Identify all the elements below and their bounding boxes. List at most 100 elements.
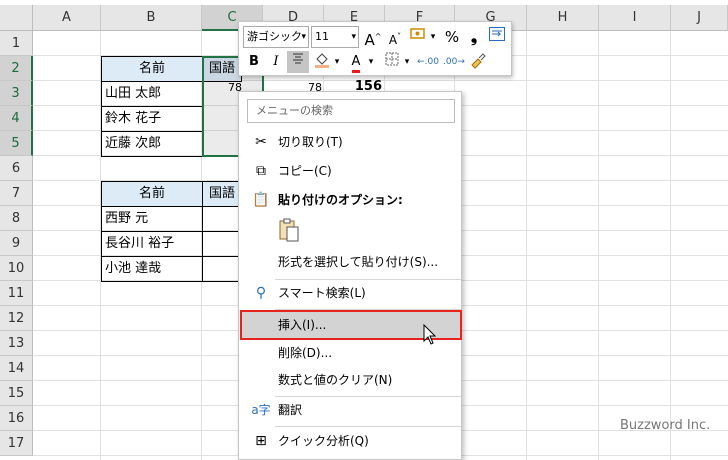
row-header-4[interactable]: 4	[0, 106, 33, 131]
decrease-decimal-button[interactable]: .00→	[443, 51, 465, 73]
grid-col-line	[670, 31, 671, 460]
menu-item-smart-lookup[interactable]: ⚲ スマート検索(L)	[240, 280, 462, 307]
comma-style-button[interactable]: ❟	[463, 26, 485, 48]
align-center-icon	[293, 53, 303, 64]
percent-style-button[interactable]: %	[441, 26, 463, 48]
table2-header-name[interactable]: 名前	[101, 181, 203, 207]
borders-button[interactable]	[381, 51, 403, 73]
row-header-2[interactable]: 2	[0, 56, 33, 81]
row-header-13[interactable]: 13	[0, 331, 33, 356]
row-header-15[interactable]: 15	[0, 381, 33, 406]
table2-cell-c8[interactable]	[202, 206, 242, 232]
fill-color-button[interactable]	[311, 51, 333, 73]
row-header-7[interactable]: 7	[0, 181, 33, 206]
bold-button[interactable]: B	[243, 51, 265, 73]
column-header-b[interactable]: B	[101, 5, 202, 31]
menu-item-clear-contents[interactable]: 数式と値のクリア(N)	[240, 367, 462, 394]
fill-color-icon	[315, 53, 329, 68]
format-painter-button[interactable]	[467, 51, 489, 73]
column-header-i[interactable]: I	[599, 5, 671, 31]
table1-header-name[interactable]: 名前	[101, 56, 203, 82]
menu-item-quick-analysis[interactable]: ⊞ クイック分析(Q)	[240, 428, 462, 455]
column-header-a[interactable]: A	[33, 5, 101, 31]
row-header-8[interactable]: 8	[0, 206, 33, 231]
row-header-5[interactable]: 5	[0, 131, 33, 156]
font-color-icon: A	[351, 54, 361, 73]
menu-separator	[275, 426, 461, 427]
menu-item-label: 切り取り(T)	[278, 135, 343, 149]
menu-item-paste-special[interactable]: 形式を選択して貼り付け(S)...	[240, 249, 462, 276]
menu-item-label: クイック分析(Q)	[278, 434, 369, 448]
menu-item-label: 形式を選択して貼り付け(S)...	[278, 255, 439, 269]
increase-decimal-button[interactable]: ←.00	[417, 51, 439, 73]
mini-toolbar: 游ゴシック ▾ 11 ▾ A^ A˅ ▾ % ❟ B I ▾ A ▾ ▾ ←.0…	[238, 21, 512, 76]
wrap-text-button[interactable]	[486, 26, 508, 48]
menu-item-label: スマート検索(L)	[278, 286, 366, 300]
grid-col-line	[598, 31, 599, 460]
menu-item-label: 貼り付けのオプション:	[278, 193, 403, 207]
context-menu: メニューの検索 ✂ 切り取り(T) ⧉ コピー(C) 📋 貼り付けのオプション:…	[238, 91, 462, 460]
menu-item-translate[interactable]: a字 翻訳	[240, 397, 462, 424]
paste-clipboard-icon	[279, 218, 299, 242]
accounting-format-button[interactable]	[407, 26, 429, 48]
table1-name-2[interactable]: 鈴木 花子	[101, 106, 203, 132]
chevron-down-icon: ▾	[301, 32, 306, 42]
row-header-12[interactable]: 12	[0, 306, 33, 331]
grow-font-button[interactable]: A^	[362, 26, 384, 49]
font-name-value: 游ゴシック	[247, 30, 302, 43]
menu-item-label: 翻訳	[278, 403, 303, 417]
row-header-14[interactable]: 14	[0, 356, 33, 381]
copy-icon: ⧉	[256, 163, 266, 179]
table2-cell-c10[interactable]	[202, 256, 242, 282]
table2-name-3[interactable]: 小池 達哉	[101, 256, 203, 282]
grow-font-icon: A	[364, 31, 375, 49]
row-header-3[interactable]: 3	[0, 81, 33, 106]
shrink-font-button[interactable]: A˅	[384, 26, 406, 48]
chevron-down-icon[interactable]: ▾	[401, 51, 413, 73]
borders-icon	[385, 52, 399, 66]
select-all-corner[interactable]	[0, 5, 33, 31]
italic-button[interactable]: I	[265, 51, 287, 73]
wrap-text-icon	[489, 27, 505, 41]
cell-c3[interactable]: 78	[206, 82, 242, 94]
quick-analysis-icon: ⊞	[255, 433, 267, 449]
menu-item-copy[interactable]: ⧉ コピー(C)	[240, 158, 462, 185]
row-header-9[interactable]: 9	[0, 231, 33, 256]
chevron-down-icon[interactable]: ▾	[331, 51, 343, 73]
menu-item-label: 挿入(I)...	[278, 318, 327, 332]
menu-paste-options-heading: 📋 貼り付けのオプション:	[240, 187, 462, 214]
paste-button[interactable]	[277, 217, 303, 245]
column-header-j[interactable]: J	[671, 5, 728, 31]
font-size-value: 11	[315, 30, 329, 43]
watermark: Buzzword Inc.	[620, 418, 711, 433]
mouse-pointer-icon	[423, 324, 437, 345]
menu-item-cut[interactable]: ✂ 切り取り(T)	[240, 129, 462, 156]
font-size-combo[interactable]: 11 ▾	[311, 26, 359, 48]
menu-search-input[interactable]: メニューの検索	[247, 99, 455, 123]
menu-item-label: コピー(C)	[278, 164, 332, 178]
shrink-font-icon: A	[388, 33, 398, 47]
table2-name-2[interactable]: 長谷川 裕子	[101, 231, 203, 257]
font-color-button[interactable]: A	[345, 51, 367, 73]
row-header-17[interactable]: 17	[0, 431, 33, 456]
table2-cell-c9[interactable]	[202, 231, 242, 257]
table1-name-1[interactable]: 山田 太郎	[101, 81, 203, 107]
chevron-down-icon: ▾	[351, 32, 356, 42]
table1-name-3[interactable]: 近藤 次郎	[101, 131, 203, 157]
row-header-16[interactable]: 16	[0, 406, 33, 431]
row-header-6[interactable]: 6	[0, 156, 33, 181]
row-header-1[interactable]: 1	[0, 31, 33, 56]
font-name-combo[interactable]: 游ゴシック ▾	[243, 26, 309, 48]
table2-header-col2[interactable]: 国語	[202, 181, 242, 207]
search-icon: ⚲	[255, 285, 267, 301]
chevron-down-icon[interactable]: ▾	[365, 51, 377, 73]
scissors-icon: ✂	[255, 134, 267, 150]
chevron-down-icon[interactable]: ▾	[427, 26, 439, 48]
row-header-10[interactable]: 10	[0, 256, 33, 281]
row-header-11[interactable]: 11	[0, 281, 33, 306]
format-painter-icon	[471, 53, 486, 69]
grid-col-line	[526, 31, 527, 460]
table2-name-1[interactable]: 西野 元	[101, 206, 203, 232]
center-align-button[interactable]	[287, 51, 309, 73]
column-header-h[interactable]: H	[527, 5, 599, 31]
